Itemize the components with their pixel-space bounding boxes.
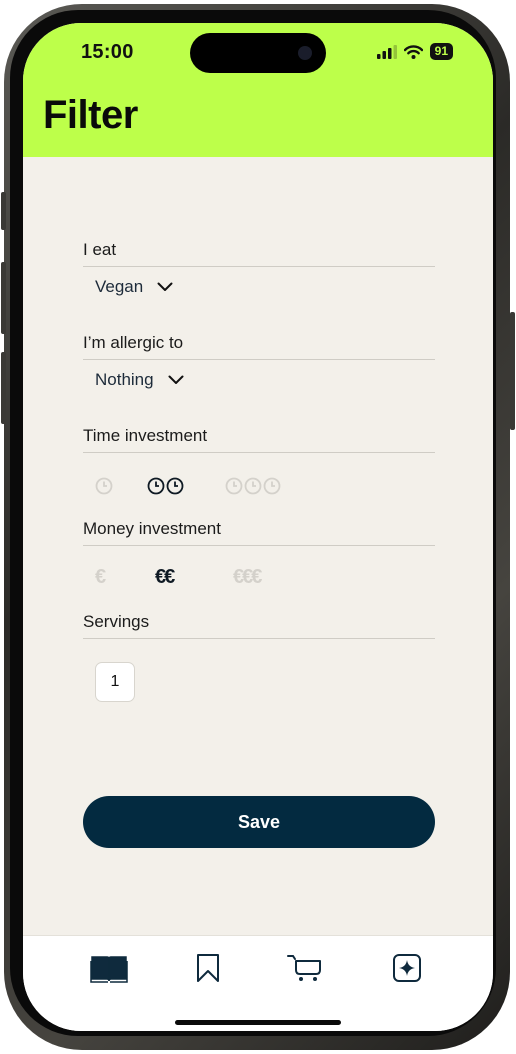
sparkle-icon: [393, 954, 421, 982]
wifi-icon: [403, 44, 423, 59]
clock-icon: [225, 477, 243, 495]
time-label: Time investment: [83, 426, 208, 445]
book-icon: [90, 956, 128, 983]
money-option-2[interactable]: €€: [155, 566, 175, 589]
divider: [83, 359, 435, 360]
eat-section: I eat: [83, 240, 435, 267]
clock-icon: [244, 477, 262, 495]
status-time: 15:00: [81, 41, 134, 63]
allergic-select[interactable]: Nothing: [95, 370, 184, 390]
tab-recipes[interactable]: [89, 952, 129, 984]
allergic-value: Nothing: [95, 370, 154, 389]
clock-icon: [95, 477, 113, 495]
eat-select[interactable]: Vegan: [95, 277, 173, 297]
money-label: Money investment: [83, 519, 221, 538]
dynamic-island: [190, 33, 326, 73]
action-button: [1, 192, 6, 230]
divider: [83, 266, 435, 267]
signal-icon: [376, 44, 397, 59]
save-button[interactable]: Save: [83, 796, 435, 848]
chevron-down-icon: [168, 375, 184, 384]
clock-icon: [263, 477, 281, 495]
eat-value: Vegan: [95, 277, 144, 296]
time-option-3[interactable]: [225, 477, 281, 495]
home-indicator: [175, 1020, 341, 1025]
money-option-1[interactable]: €: [95, 566, 106, 589]
eat-label: I eat: [83, 240, 117, 259]
chevron-down-icon: [157, 282, 173, 291]
time-section: Time investment: [83, 426, 435, 453]
power-button: [510, 312, 515, 430]
divider: [83, 638, 435, 639]
status-icons: 91: [376, 43, 453, 60]
tab-discover[interactable]: [387, 952, 427, 984]
servings-label: Servings: [83, 612, 150, 631]
tab-saved[interactable]: [188, 952, 228, 984]
header: 15:00 91 Filter: [23, 23, 493, 157]
divider: [83, 545, 435, 546]
volume-down-button: [1, 352, 6, 424]
tab-bar: [23, 935, 493, 1031]
money-section: Money investment: [83, 519, 435, 546]
clock-icon: [166, 477, 184, 495]
bookmark-icon: [197, 954, 219, 982]
money-option-3[interactable]: €€€: [233, 566, 262, 589]
cart-icon: [287, 955, 321, 981]
allergic-section: I’m allergic to: [83, 333, 435, 360]
time-option-2[interactable]: [147, 477, 184, 495]
clock-icon: [147, 477, 165, 495]
tab-cart[interactable]: [285, 952, 325, 984]
camera-icon: [298, 46, 312, 60]
page-title: Filter: [43, 93, 138, 137]
allergic-label: I’m allergic to: [83, 333, 184, 352]
battery-icon: 91: [429, 43, 453, 60]
divider: [83, 452, 435, 453]
servings-section: Servings: [83, 612, 435, 639]
servings-input[interactable]: 1: [95, 662, 135, 702]
screen: 15:00 91 Filter I eat Vegan I’m allergic…: [23, 23, 493, 1031]
time-option-1[interactable]: [95, 477, 113, 495]
volume-up-button: [1, 262, 6, 334]
